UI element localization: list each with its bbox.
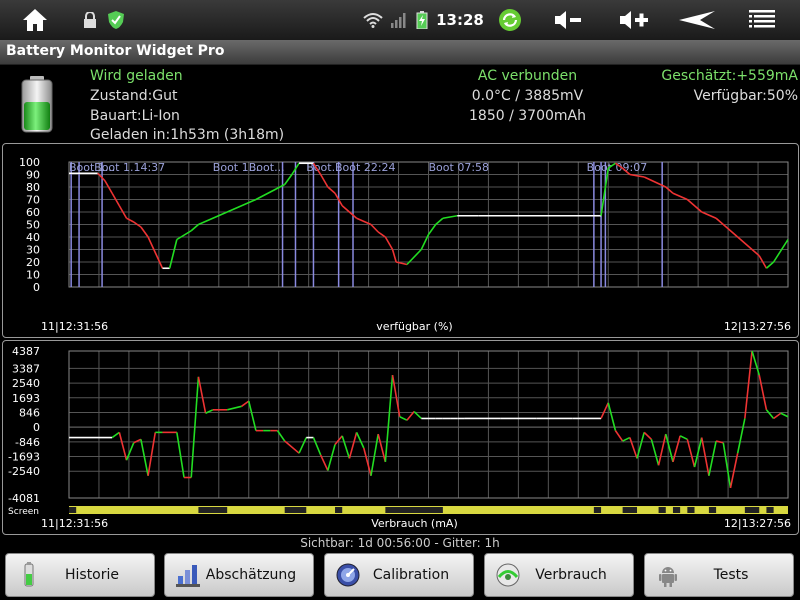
- battery-type: Bauart:Li-Ion: [90, 108, 180, 124]
- history-button-label: Historie: [64, 567, 120, 583]
- temp-voltage: 0.0°C / 3885mV: [471, 88, 584, 104]
- consumption-chart: 4387 3387 2540 1693846 0 -846 -1693-2540 -4081 S…: [8, 345, 791, 530]
- y-tick-label: -2540: [8, 465, 40, 478]
- screen-bar-segment: [687, 507, 695, 513]
- x-start-label: 11|12:31:56: [41, 517, 108, 530]
- screen-bar-segment: [69, 507, 77, 513]
- battery-large-icon: [20, 75, 54, 137]
- shield-icon: [105, 0, 127, 40]
- boot-marker-label: Boot 22:24: [335, 161, 396, 174]
- y-tick-label: 40: [26, 231, 40, 244]
- y-tick-label: 100: [19, 156, 40, 169]
- battery-health: Zustand:Gut: [90, 88, 178, 104]
- screen-bar-segment: [766, 507, 774, 513]
- x-axis-label: verfügbar (%): [376, 320, 452, 333]
- boot-marker-label: Boot 1.14:37: [94, 161, 165, 174]
- charge-time: Geladen in:1h53m (3h18m): [90, 127, 285, 143]
- signal-icon: [388, 0, 408, 40]
- back-icon[interactable]: [675, 0, 719, 40]
- y-tick-label: 80: [26, 181, 40, 194]
- y-tick-label: 10: [26, 269, 40, 282]
- screen-bar-segment: [622, 507, 638, 513]
- estimate-button-label: Abschätzung: [205, 567, 297, 583]
- menu-icon[interactable]: [745, 0, 779, 40]
- tests-button-label: Tests: [713, 567, 749, 583]
- screen-bar-segment: [593, 507, 602, 513]
- screen-bar-segment: [708, 507, 717, 513]
- clock: 13:28: [436, 11, 484, 29]
- home-icon[interactable]: [15, 0, 55, 40]
- availability-chart-panel[interactable]: 100 90 80 70 60 50 40 30 20 10 0 Boot 1... Boot 1.14…: [2, 143, 799, 338]
- screen-bar-segment: [744, 507, 760, 513]
- x-start-label: 11|12:31:56: [41, 320, 108, 333]
- app-title-bar: Battery Monitor Widget Pro: [0, 40, 800, 65]
- y-tick-label: 60: [26, 206, 40, 219]
- screen-bar-segment: [335, 507, 343, 513]
- y-tick-label: -4081: [8, 492, 40, 505]
- charging-status: Wird geladen: [90, 68, 183, 84]
- android-icon: [655, 562, 681, 588]
- availability-chart: 1009080706050403020100Boot 1...Boot 1.14…: [19, 156, 791, 333]
- consumption-button-label: Verbrauch: [535, 567, 607, 583]
- battery-info: Wird geladen Zustand:Gut Bauart:Li-Ion G…: [0, 65, 800, 143]
- calibration-button-label: Calibration: [372, 567, 450, 583]
- x-end-label: 12|13:27:56: [724, 320, 791, 333]
- wifi-icon: [362, 0, 384, 40]
- y-tick-label: 846: [19, 406, 40, 419]
- screen-bar-segment: [198, 507, 228, 513]
- consumption-icon: [495, 562, 521, 588]
- screen-bar-segment: [672, 507, 681, 513]
- ac-status: AC verbunden: [477, 68, 578, 84]
- y-tick-label: 2540: [12, 377, 40, 390]
- button-bar: Historie Abschätzung Calibration Verbrau…: [0, 551, 800, 600]
- available-percent: Verfügbar:50%: [693, 88, 798, 104]
- y-tick-label: 30: [26, 244, 40, 257]
- y-tick-label: 20: [26, 256, 40, 269]
- screen-label: Screen: [8, 507, 39, 517]
- battery-icon: [412, 0, 432, 40]
- screen-bar-segment: [284, 507, 307, 513]
- capacity: 1850 / 3700mAh: [469, 108, 586, 124]
- y-tick-label: 3387: [12, 362, 40, 375]
- history-button[interactable]: Historie: [5, 553, 155, 597]
- y-tick-label: 50: [26, 219, 40, 232]
- calibration-icon: [335, 562, 361, 588]
- boot-marker-label: Boot...: [249, 161, 285, 174]
- calibration-button[interactable]: Calibration: [324, 553, 474, 597]
- estimate-button[interactable]: Abschätzung: [164, 553, 314, 597]
- y-tick-label: 0: [33, 421, 40, 434]
- lock-icon: [80, 0, 100, 40]
- volume-up-icon[interactable]: [614, 0, 654, 40]
- x-axis-label: Verbrauch (mA): [371, 517, 458, 530]
- boot-marker-label: Boot 09:07: [587, 161, 648, 174]
- y-tick-label: 90: [26, 169, 40, 182]
- tests-button[interactable]: Tests: [644, 553, 794, 597]
- app-title: Battery Monitor Widget Pro: [6, 43, 225, 59]
- y-tick-label: 4387: [12, 345, 40, 358]
- consumption-chart-panel[interactable]: 4387 3387 2540 1693 846 0 -846 -1693 -2540 -4081 S…: [2, 340, 799, 535]
- y-tick-label: 70: [26, 194, 40, 207]
- estimate-icon: [175, 562, 201, 588]
- visible-range-info: Sichtbar: 1d 00:56:00 - Gitter: 1h: [300, 536, 500, 550]
- y-tick-label: 0: [33, 281, 40, 294]
- y-tick-label: -846: [15, 436, 40, 449]
- status-bar: 13:28: [0, 0, 800, 40]
- y-tick-label: 1693: [12, 392, 40, 405]
- x-end-label: 12|13:27:56: [724, 517, 791, 530]
- screen-bar-segment: [658, 507, 666, 513]
- sync-icon: [495, 0, 525, 40]
- y-tick-label: -1693: [8, 451, 40, 464]
- volume-down-icon[interactable]: [550, 0, 586, 40]
- estimated-current: Geschätzt:+559mA: [661, 68, 798, 84]
- consumption-button[interactable]: Verbrauch: [484, 553, 634, 597]
- history-icon: [16, 562, 42, 588]
- boot-marker-label: Boot 07:58: [429, 161, 490, 174]
- screen-bar-segment: [385, 507, 443, 513]
